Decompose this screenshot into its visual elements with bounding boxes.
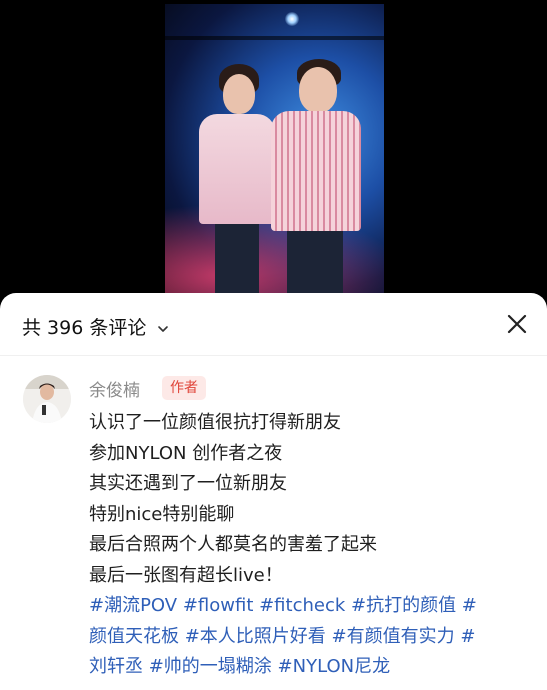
hashtag-line[interactable]: 刘轩丞 #帅的一塌糊涂 #NYLON尼龙 bbox=[89, 652, 529, 683]
hashtag-line[interactable]: 颜值天花板 #本人比照片好看 #有颜值有实力 # bbox=[89, 622, 529, 653]
comment-count-label: 共 396 条评论 bbox=[22, 317, 147, 339]
comment-body: 认识了一位颜值很抗打得新朋友 参加NYLON 创作者之夜 其实还遇到了一位新朋友… bbox=[89, 408, 529, 683]
header-divider bbox=[0, 355, 547, 356]
comment-count-dropdown[interactable]: 共 396 条评论 bbox=[22, 313, 170, 340]
comment-line: 其实还遇到了一位新朋友 bbox=[89, 473, 287, 494]
comment-author[interactable]: 余俊楠 bbox=[89, 376, 140, 401]
comment-line: 最后一张图有超长live！ bbox=[89, 564, 283, 586]
hashtag-line[interactable]: #潮流POV #flowfit #fitcheck #抗打的颜值 # bbox=[89, 591, 529, 622]
author-badge: 作者 bbox=[162, 376, 206, 400]
comment-line: 认识了一位颜值很抗打得新朋友 bbox=[89, 412, 341, 433]
stage-spotlight bbox=[285, 12, 299, 26]
comment-line: 特别nice特别能聊 bbox=[89, 503, 235, 525]
post-photo[interactable] bbox=[165, 4, 384, 294]
person-right bbox=[265, 59, 361, 294]
comment-line: 参加NYLON 创作者之夜 bbox=[89, 442, 283, 464]
comments-header: 共 396 条评论 bbox=[0, 293, 547, 355]
post-image-area bbox=[0, 0, 547, 300]
close-icon bbox=[507, 314, 527, 334]
chevron-down-icon bbox=[158, 325, 169, 332]
comment-line: 最后合照两个人都莫名的害羞了起来 bbox=[89, 534, 377, 555]
avatar[interactable] bbox=[23, 375, 71, 423]
stage-rail bbox=[165, 36, 384, 40]
avatar-icon bbox=[23, 375, 71, 423]
close-button[interactable] bbox=[505, 312, 529, 336]
person-left bbox=[195, 64, 275, 294]
comments-sheet: 共 396 条评论 余俊楠 作者 认识了一位颜值很抗打得新朋友 参加NYLON … bbox=[0, 293, 547, 690]
